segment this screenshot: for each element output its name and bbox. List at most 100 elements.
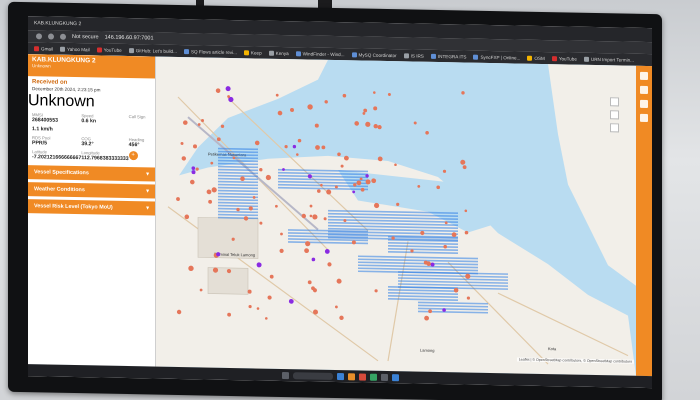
panel-section-toggle[interactable]: Vessel Risk Level (Tokyo MoU) ▾	[28, 199, 155, 216]
bookmark-label: IS IRS	[410, 52, 424, 59]
field-value: 112.7968383333333	[81, 155, 129, 163]
start-icon[interactable]	[281, 371, 289, 379]
zoom-in-button[interactable]	[610, 97, 619, 107]
panel-section-toggle[interactable]: Vessel Specifications ▾	[28, 165, 155, 182]
vessel-field: Speed 0.6 kn	[81, 113, 128, 125]
vessel-marker[interactable]	[254, 140, 260, 146]
status-badge: Unknown	[28, 92, 95, 111]
forward-icon[interactable]	[48, 33, 54, 40]
vessel-marker[interactable]	[191, 166, 196, 170]
vessel-marker[interactable]	[373, 123, 378, 129]
bookmark-item[interactable]: MySQ Coordinator	[351, 51, 397, 58]
add-button[interactable]: +	[128, 151, 138, 161]
bookmark-label: Kenya	[275, 50, 289, 56]
vessel-marker[interactable]	[315, 145, 320, 150]
vessel-marker[interactable]	[307, 104, 313, 110]
taskbar-app-files-icon[interactable]	[347, 372, 355, 380]
url-text[interactable]: 146.196.60.97:7001	[105, 35, 154, 42]
bookmark-favicon-icon	[183, 48, 189, 54]
vessel-marker[interactable]	[462, 165, 467, 170]
vessel-marker[interactable]	[296, 153, 299, 156]
taskbar-app-excel-icon[interactable]	[369, 373, 377, 381]
bookmark-label: GitHub: Let's build...	[135, 47, 177, 54]
tool-icon-4[interactable]	[640, 113, 648, 123]
bookmark-label: YouTube	[558, 55, 577, 62]
vessel-field	[129, 128, 151, 134]
monitor-bezel: KAB.KLUNGKUNG 2 Not secure 146.196.60.97…	[8, 1, 662, 400]
zoom-out-button[interactable]	[610, 110, 619, 120]
vessel-marker[interactable]	[220, 124, 225, 129]
vessel-marker[interactable]	[362, 112, 366, 115]
place-label-4: Kota	[548, 346, 557, 351]
vessel-marker[interactable]	[442, 169, 447, 173]
bookmark-item[interactable]: URN Import Termin...	[583, 56, 634, 62]
vessel-marker[interactable]	[365, 121, 371, 127]
vessel-marker[interactable]	[290, 107, 294, 112]
taskbar-search[interactable]	[292, 371, 333, 380]
vessel-marker[interactable]	[195, 167, 199, 171]
vessel-marker[interactable]	[342, 93, 347, 98]
taskbar-app-word-icon[interactable]	[391, 373, 399, 381]
bookmark-label: MySQ Coordinator	[358, 51, 397, 58]
bookmark-item[interactable]: OSM	[527, 55, 545, 61]
bookmark-favicon-icon	[351, 51, 357, 57]
tool-icon-1[interactable]	[640, 71, 648, 81]
field-key: Call Sign	[128, 114, 146, 120]
field-value: PPR/5	[32, 140, 47, 147]
vessel-marker[interactable]	[460, 159, 466, 165]
chevron-down-icon: ▾	[146, 188, 149, 195]
bookmark-item[interactable]: Kenya	[268, 50, 289, 56]
vessel-subtitle: Unknown	[32, 63, 51, 69]
bookmark-label: SyncFXP | Online...	[480, 54, 521, 61]
vessel-marker[interactable]	[413, 121, 417, 125]
reload-icon[interactable]	[60, 33, 66, 40]
taskbar-app-store-icon[interactable]	[380, 373, 388, 381]
vessel-marker[interactable]	[216, 137, 221, 142]
vessel-marker[interactable]	[297, 138, 302, 143]
tab-title[interactable]: KAB.KLUNGKUNG 2	[34, 20, 81, 27]
taskbar-app-chrome-icon[interactable]	[358, 372, 366, 381]
vessel-marker[interactable]	[210, 161, 214, 165]
vessel-marker[interactable]	[354, 121, 360, 126]
tool-icon-2[interactable]	[640, 85, 648, 95]
vessel-marker[interactable]	[314, 123, 319, 128]
vessel-marker[interactable]	[373, 91, 376, 94]
vessel-marker[interactable]	[461, 91, 465, 95]
bookmark-label: Yahoo Mail	[67, 46, 90, 52]
vessel-marker[interactable]	[425, 130, 429, 135]
vessel-marker[interactable]	[337, 152, 341, 157]
vessel-marker[interactable]	[387, 92, 391, 96]
bookmark-item[interactable]: Keep	[243, 49, 262, 55]
vessel-marker[interactable]	[292, 144, 297, 149]
vessel-marker[interactable]	[284, 145, 288, 149]
vessel-marker[interactable]	[324, 100, 328, 104]
panel-header: KAB.KLUNGKUNG 2 Unknown	[28, 54, 155, 79]
vessel-field: RDS Pool PPR/5	[32, 135, 81, 147]
bookmark-item[interactable]: SQ Flows article revi...	[183, 48, 237, 55]
bookmark-item[interactable]: SyncFXP | Online...	[473, 54, 520, 60]
bookmark-item[interactable]: GitHub: Let's build...	[128, 47, 177, 54]
bookmark-item[interactable]: YouTube	[96, 46, 122, 53]
vessel-marker[interactable]	[373, 106, 378, 111]
bookmark-item[interactable]: YouTube	[551, 55, 577, 62]
bookmark-label: YouTube	[103, 47, 122, 53]
panel-section-toggle[interactable]: Weather Conditions ▾	[28, 182, 155, 199]
taskbar-app-edge-icon[interactable]	[336, 372, 344, 380]
bookmark-item[interactable]: IS IRS	[403, 52, 424, 59]
section-label: Weather Conditions	[34, 186, 85, 194]
vessel-marker[interactable]	[363, 108, 368, 113]
bookmark-item[interactable]: Yahoo Mail	[60, 46, 90, 52]
vessel-field: +	[128, 151, 151, 162]
vessel-marker[interactable]	[377, 125, 382, 130]
vessel-field: 1.1 km/h	[32, 126, 81, 133]
vessel-marker[interactable]	[321, 145, 326, 150]
bookmark-item[interactable]: WindFinder - Wind...	[295, 50, 345, 57]
place-label-3: Lamong	[420, 348, 434, 353]
layers-button[interactable]	[610, 123, 619, 133]
tool-icon-3[interactable]	[640, 99, 648, 109]
vessel-marker[interactable]	[277, 110, 283, 116]
back-icon[interactable]	[36, 33, 42, 40]
bookmark-item[interactable]: INTEGRA ITS	[430, 53, 466, 59]
bookmark-item[interactable]: Gmail	[34, 45, 53, 51]
vessel-field: MMSI 268400553	[32, 112, 81, 124]
